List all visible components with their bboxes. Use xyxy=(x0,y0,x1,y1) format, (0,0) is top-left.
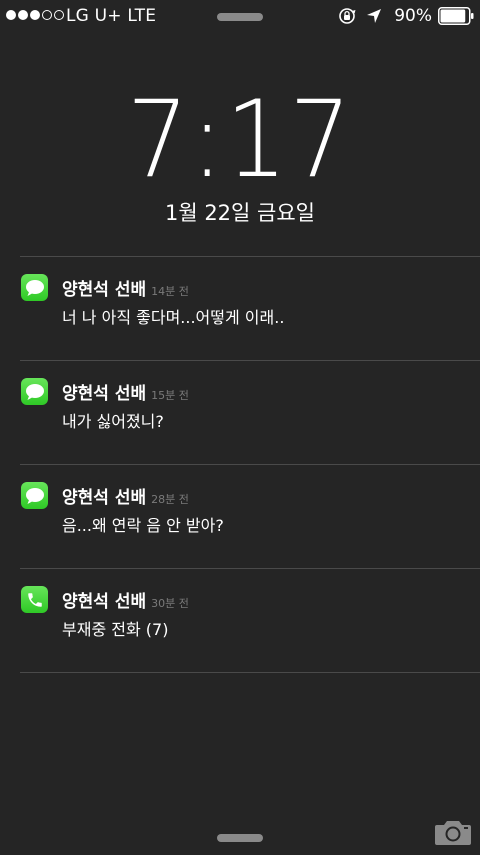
message-icon xyxy=(21,274,48,301)
notification-sender: 양현석 선배 xyxy=(62,488,147,508)
signal-dot xyxy=(54,10,64,20)
message-icon xyxy=(21,378,48,405)
signal-dot xyxy=(6,10,16,20)
signal-strength xyxy=(6,10,64,20)
notification-sender: 양현석 선배 xyxy=(62,280,147,300)
notification-header: 양현석 선배 14분 전 xyxy=(62,275,189,300)
status-right: 90% xyxy=(338,5,474,27)
notification-header: 양현석 선배 28분 전 xyxy=(62,483,189,508)
notification-time: 30분 전 xyxy=(151,597,189,610)
rotation-lock-icon xyxy=(339,8,356,24)
battery-percentage: 90% xyxy=(394,6,432,26)
notification-item[interactable]: 양현석 선배 14분 전 너 나 아직 좋다며...어떻게 이래.. xyxy=(0,257,480,360)
lock-screen-date: 1월 22일 금요일 xyxy=(164,201,316,225)
location-arrow-icon xyxy=(367,9,382,23)
notification-item[interactable]: 양현석 선배 30분 전 부재중 전화 (7) xyxy=(0,569,480,672)
battery-fill xyxy=(440,9,466,23)
message-icon xyxy=(21,482,48,509)
phone-icon xyxy=(21,586,48,613)
control-center-grabber[interactable] xyxy=(217,834,263,842)
notification-time: 14분 전 xyxy=(151,285,189,298)
notification-center-grabber[interactable] xyxy=(217,13,263,21)
notification-item[interactable]: 양현석 선배 28분 전 음...왜 연락 음 안 받아? xyxy=(0,465,480,568)
signal-dot xyxy=(18,10,28,20)
camera-icon[interactable] xyxy=(434,817,472,847)
signal-dot xyxy=(30,10,40,20)
notification-header: 양현석 선배 15분 전 xyxy=(62,379,189,404)
notification-message: 음...왜 연락 음 안 받아? xyxy=(62,516,224,535)
notification-sender: 양현석 선배 xyxy=(62,384,147,404)
divider xyxy=(20,672,480,673)
status-bar: LG U+ LTE 90% xyxy=(0,0,480,34)
battery-icon xyxy=(438,7,474,25)
notification-item[interactable]: 양현석 선배 15분 전 내가 싫어졌니? xyxy=(0,361,480,464)
lock-screen-time: 7:17 xyxy=(126,78,354,201)
notification-list: 양현석 선배 14분 전 너 나 아직 좋다며...어떻게 이래.. 양현석 선배… xyxy=(0,256,480,673)
notification-message: 너 나 아직 좋다며...어떻게 이래.. xyxy=(62,308,285,327)
notification-time: 15분 전 xyxy=(151,389,189,402)
notification-time: 28분 전 xyxy=(151,493,189,506)
carrier-label: LG U+ LTE xyxy=(66,6,157,26)
notification-message: 부재중 전화 (7) xyxy=(62,620,169,639)
notification-sender: 양현석 선배 xyxy=(62,592,147,612)
notification-header: 양현석 선배 30분 전 xyxy=(62,587,189,612)
signal-dot xyxy=(42,10,52,20)
notification-message: 내가 싫어졌니? xyxy=(62,412,164,431)
lock-screen: LG U+ LTE 90% 7:17 1월 22일 금요일 양현석 선배 14분… xyxy=(0,0,480,855)
